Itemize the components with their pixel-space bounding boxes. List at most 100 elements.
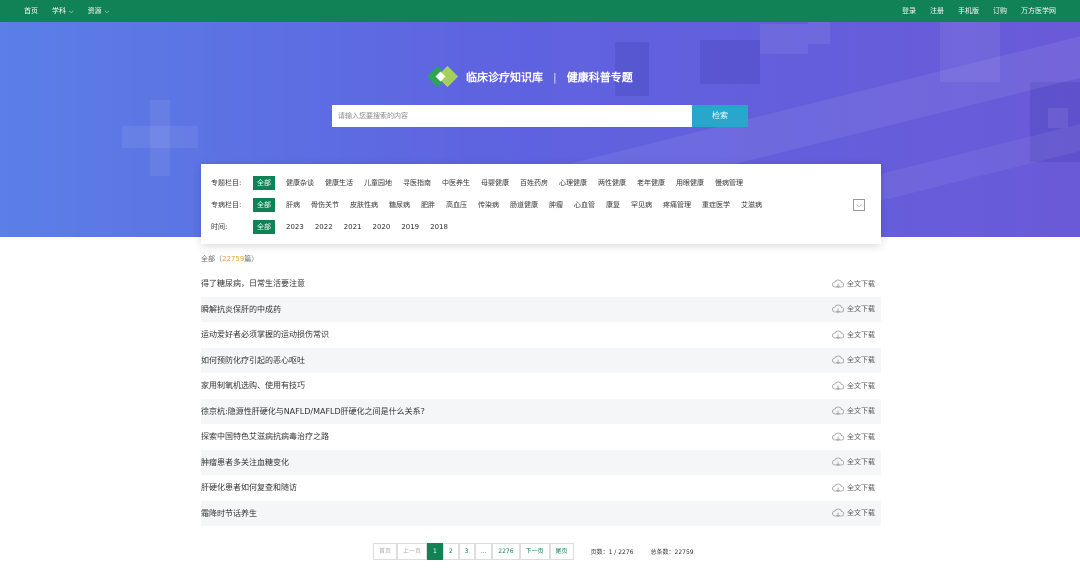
list-item[interactable]: 运动爱好者必须掌握的运动损伤常识 全文下载 — [201, 322, 881, 348]
filter-option[interactable]: 全部 — [253, 220, 275, 234]
filter-option[interactable]: 高血压 — [446, 200, 467, 210]
filter-option[interactable]: 肠道健康 — [510, 200, 538, 210]
download-link[interactable]: 全文下载 — [832, 457, 875, 467]
filter-option[interactable]: 全部 — [253, 176, 275, 190]
article-title[interactable]: 得了糖尿病，日常生活要注意 — [201, 278, 305, 289]
cloud-download-icon — [832, 279, 844, 289]
search-button[interactable]: 检索 — [692, 105, 748, 127]
last-page-button[interactable]: 尾页 — [549, 543, 574, 560]
pagination: 首页 上一页 1 2 3... 2276 下一页 尾页 页数：1 / 2276 总条数：22759 — [373, 543, 694, 560]
brand-separator: | — [553, 70, 557, 84]
filter-option[interactable]: 全部 — [253, 198, 275, 212]
cloud-download-icon — [832, 432, 844, 442]
filter-option[interactable]: 肥胖 — [421, 200, 435, 210]
filter-option[interactable]: 2019 — [401, 223, 419, 231]
search-input[interactable]: 请输入您要搜索的内容 — [332, 105, 692, 127]
download-link[interactable]: 全文下载 — [832, 304, 875, 314]
download-link[interactable]: 全文下载 — [832, 355, 875, 365]
filter-option[interactable]: 康复 — [606, 200, 620, 210]
filter-option[interactable]: 两性健康 — [598, 178, 626, 188]
filter-option[interactable]: 2021 — [344, 223, 362, 231]
cloud-download-icon — [832, 381, 844, 391]
list-item[interactable]: 霜降时节话养生 全文下载 — [201, 500, 881, 526]
list-item[interactable]: 肝硬化患者如何复查和随访 全文下载 — [201, 475, 881, 501]
download-link[interactable]: 全文下载 — [832, 381, 875, 391]
top-nav-link[interactable]: 手机版 — [958, 6, 979, 16]
filter-option[interactable]: 重症医学 — [702, 200, 730, 210]
filter-option[interactable]: 慢病管理 — [715, 178, 743, 188]
download-link[interactable]: 全文下载 — [832, 508, 875, 518]
filter-option[interactable]: 糖尿病 — [389, 200, 410, 210]
filter-option[interactable]: 2023 — [286, 223, 304, 231]
article-title[interactable]: 家用制氧机选购、使用有技巧 — [201, 380, 305, 391]
filter-option[interactable]: 2018 — [430, 223, 448, 231]
article-title[interactable]: 探索中国特色艾滋病抗病毒治疗之路 — [201, 431, 329, 442]
filter-option[interactable]: 心血管 — [574, 200, 595, 210]
filter-option[interactable]: 中医养生 — [442, 178, 470, 188]
page-number-button[interactable]: ... — [474, 543, 493, 560]
filter-option[interactable]: 艾滋病 — [741, 200, 762, 210]
top-nav-item[interactable]: 学科 ⌵ — [52, 6, 74, 16]
brand[interactable]: 临床诊疗知识库 | 健康科普专题 — [426, 65, 633, 88]
filter-option[interactable]: 老年健康 — [637, 178, 665, 188]
top-nav-link[interactable]: 订购 — [993, 6, 1007, 16]
list-item[interactable]: 得了糖尿病，日常生活要注意 全文下载 — [201, 271, 881, 297]
page-number-button[interactable]: 3 — [458, 543, 475, 560]
list-item[interactable]: 徐京杭:隐源性肝硬化与NAFLD/MAFLD肝硬化之间是什么关系? 全文下载 — [201, 398, 881, 424]
result-count: 全部（22759篇） — [201, 254, 258, 264]
filter-option[interactable]: 皮肤性病 — [350, 200, 378, 210]
filter-option[interactable]: 肝病 — [286, 200, 300, 210]
first-page-button[interactable]: 首页 — [373, 543, 398, 560]
list-item[interactable]: 瞬解抗炎保肝的中成药 全文下载 — [201, 296, 881, 322]
download-link[interactable]: 全文下载 — [832, 432, 875, 442]
article-title[interactable]: 瞬解抗炎保肝的中成药 — [201, 304, 281, 315]
top-nav-link[interactable]: 登录 — [902, 6, 916, 16]
filter-option[interactable]: 百姓药房 — [520, 178, 548, 188]
download-label: 全文下载 — [847, 509, 875, 518]
download-link[interactable]: 全文下载 — [832, 483, 875, 493]
download-label: 全文下载 — [847, 483, 875, 492]
download-label: 全文下载 — [847, 381, 875, 390]
next-page-button[interactable]: 下一页 — [519, 543, 550, 560]
page-number-button[interactable]: 1 — [427, 543, 443, 560]
list-item[interactable]: 家用制氧机选购、使用有技巧 全文下载 — [201, 373, 881, 399]
article-title[interactable]: 运动爱好者必须掌握的运动损伤常识 — [201, 329, 329, 340]
result-count-number: 22759 — [222, 255, 245, 263]
list-item[interactable]: 探索中国特色艾滋病抗病毒治疗之路 全文下载 — [201, 424, 881, 450]
article-title[interactable]: 肝硬化患者如何复查和随访 — [201, 482, 297, 493]
filter-option[interactable]: 用眼健康 — [676, 178, 704, 188]
download-link[interactable]: 全文下载 — [832, 279, 875, 289]
page-number-button[interactable]: 2 — [442, 543, 459, 560]
result-count-unit: 篇） — [244, 255, 259, 263]
filter-option[interactable]: 健康生活 — [325, 178, 353, 188]
expand-more-icon[interactable]: ⌵ — [853, 199, 865, 211]
logo-icon — [426, 65, 459, 88]
filter-option[interactable]: 寻医指南 — [403, 178, 431, 188]
filter-option[interactable]: 罕见病 — [631, 200, 652, 210]
top-nav-link[interactable]: 万方医学网 — [1021, 6, 1056, 16]
list-item[interactable]: 如何预防化疗引起的恶心呕吐 全文下载 — [201, 347, 881, 373]
download-link[interactable]: 全文下载 — [832, 330, 875, 340]
top-nav-item[interactable]: 首页 — [24, 6, 38, 16]
filter-option[interactable]: 心理健康 — [559, 178, 587, 188]
filter-option[interactable]: 儿童园地 — [364, 178, 392, 188]
article-title[interactable]: 如何预防化疗引起的恶心呕吐 — [201, 355, 305, 366]
article-title[interactable]: 霜降时节话养生 — [201, 508, 257, 519]
top-nav-item[interactable]: 资源 ⌵ — [88, 6, 110, 16]
article-title[interactable]: 徐京杭:隐源性肝硬化与NAFLD/MAFLD肝硬化之间是什么关系? — [201, 406, 425, 417]
download-label: 全文下载 — [847, 279, 875, 288]
filter-option[interactable]: 传染病 — [478, 200, 499, 210]
article-title[interactable]: 肿瘤患者多关注血糖变化 — [201, 457, 289, 468]
filter-option[interactable]: 肿瘤 — [549, 200, 563, 210]
filter-option[interactable]: 2020 — [372, 223, 390, 231]
filter-option[interactable]: 母婴健康 — [481, 178, 509, 188]
top-nav-link[interactable]: 注册 — [930, 6, 944, 16]
filter-option[interactable]: 健康杂谈 — [286, 178, 314, 188]
list-item[interactable]: 肿瘤患者多关注血糖变化 全文下载 — [201, 449, 881, 475]
prev-page-button[interactable]: 上一页 — [397, 543, 428, 560]
filter-option[interactable]: 2022 — [315, 223, 333, 231]
page-number-button[interactable]: 2276 — [492, 543, 520, 560]
filter-option[interactable]: 疼痛管理 — [663, 200, 691, 210]
download-link[interactable]: 全文下载 — [832, 406, 875, 416]
filter-option[interactable]: 骨伤关节 — [311, 200, 339, 210]
